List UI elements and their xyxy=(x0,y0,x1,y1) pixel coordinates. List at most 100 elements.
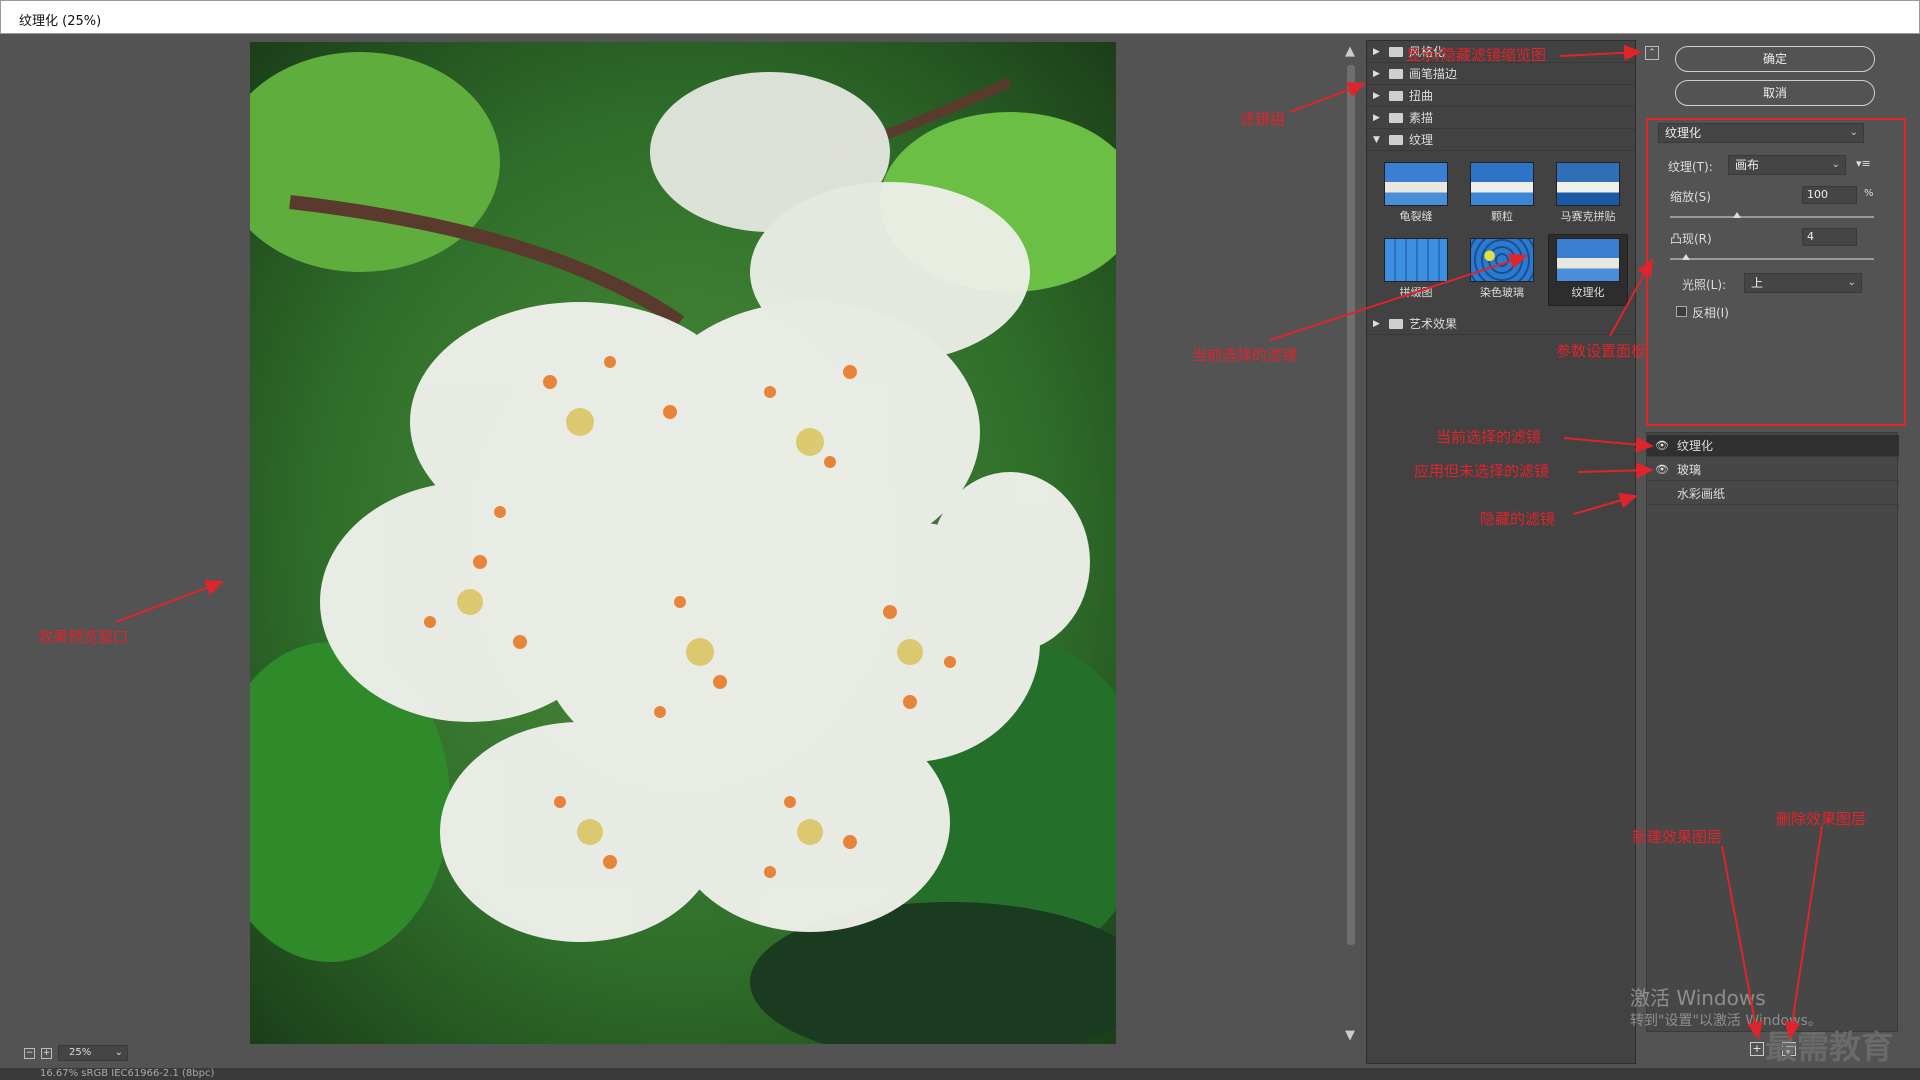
preview-image[interactable] xyxy=(250,42,1116,1044)
filter-thumb-label: 拼缀图 xyxy=(1399,286,1433,299)
filter-group-distort[interactable]: ▶ 扭曲 xyxy=(1367,85,1635,107)
expand-triangle-icon: ▶ xyxy=(1373,90,1380,101)
filter-select[interactable]: 纹理化 ⌄ xyxy=(1658,123,1864,143)
annotation-filter-group: 滤镜组 xyxy=(1240,110,1286,128)
expand-triangle-icon: ▶ xyxy=(1373,112,1380,123)
filter-thumbnail xyxy=(1556,162,1620,206)
expand-triangle-icon: ▶ xyxy=(1373,46,1380,57)
expand-triangle-icon: ▶ xyxy=(1373,318,1380,329)
filter-thumb-label: 龟裂缝 xyxy=(1399,210,1433,223)
eye-icon[interactable]: 👁 xyxy=(1655,435,1669,457)
scale-label: 缩放(S) xyxy=(1670,190,1711,204)
folder-icon xyxy=(1389,68,1403,79)
chevron-down-icon: ⌄ xyxy=(1847,277,1856,288)
preview-scrollbar[interactable]: ▲ ▼ xyxy=(1342,40,1360,1050)
new-effect-layer-button[interactable]: + xyxy=(1750,1042,1764,1056)
expand-triangle-icon: ▶ xyxy=(1373,68,1380,79)
scroll-up-icon[interactable]: ▲ xyxy=(1345,44,1355,59)
filter-group-artistic[interactable]: ▶ 艺术效果 xyxy=(1367,313,1635,335)
texture-menu-icon[interactable]: ▾≡ xyxy=(1856,157,1871,170)
scale-slider-handle[interactable] xyxy=(1733,212,1742,218)
filter-group-texture[interactable]: ▼ 纹理 xyxy=(1367,129,1635,151)
relief-slider-handle[interactable] xyxy=(1682,254,1691,260)
light-select-value: 上 xyxy=(1751,276,1764,290)
filter-thumb-patchwork[interactable]: 拼缀图 xyxy=(1377,235,1455,305)
annotation-preview-window: 效果预览窗口 xyxy=(38,628,129,646)
effect-layer-texturizer[interactable]: 👁 纹理化 xyxy=(1647,435,1899,457)
filter-thumb-label: 染色玻璃 xyxy=(1480,286,1524,299)
effect-layer-name: 纹理化 xyxy=(1677,439,1714,453)
status-bar: 16.67% sRGB IEC61966-2.1 (8bpc) xyxy=(0,1068,1920,1080)
scale-value: 100 xyxy=(1807,188,1828,201)
invert-checkbox[interactable] xyxy=(1676,306,1687,317)
window-title: 纹理化 (25%) xyxy=(19,14,102,29)
toggle-thumbnails-button[interactable]: ⌃ xyxy=(1645,46,1659,60)
filter-group-label: 扭曲 xyxy=(1409,88,1434,103)
invert-label: 反相(I) xyxy=(1692,306,1729,320)
folder-icon xyxy=(1389,90,1403,101)
filter-thumb-craquelure[interactable]: 龟裂缝 xyxy=(1377,159,1455,229)
scale-input[interactable]: 100 xyxy=(1802,186,1857,204)
filter-group-sketch[interactable]: ▶ 素描 xyxy=(1367,107,1635,129)
scroll-down-icon[interactable]: ▼ xyxy=(1345,1028,1355,1043)
annotation-delete-layer: 删除效果图层 xyxy=(1776,810,1867,828)
filter-thumb-texturizer[interactable]: 纹理化 xyxy=(1548,234,1628,306)
filter-thumb-grain[interactable]: 颗粒 xyxy=(1463,159,1541,229)
collapse-triangle-icon: ▼ xyxy=(1373,134,1380,145)
effect-layers-panel: 👁 纹理化 👁 玻璃 水彩画纸 xyxy=(1646,432,1899,1032)
relief-slider[interactable] xyxy=(1670,258,1874,260)
zoom-in-button[interactable]: + xyxy=(41,1047,52,1059)
annotation-current-filter: 当前选择的滤镜 xyxy=(1192,346,1298,364)
annotation-layer-hidden: 隐藏的滤镜 xyxy=(1480,510,1556,528)
filter-thumbnail xyxy=(1470,238,1534,282)
relief-input[interactable]: 4 xyxy=(1802,228,1857,246)
activation-watermark-title: 激活 Windows xyxy=(1630,986,1766,1010)
ok-button[interactable]: 确定 xyxy=(1675,46,1875,72)
folder-icon xyxy=(1389,46,1403,57)
relief-value: 4 xyxy=(1807,230,1814,243)
chevron-up-icon: ⌃ xyxy=(1648,48,1656,58)
brand-watermark: 最需教育 xyxy=(1765,1028,1894,1066)
relief-label: 凸现(R) xyxy=(1670,232,1712,246)
effect-layer-glass[interactable]: 👁 玻璃 xyxy=(1647,459,1899,481)
annotation-param-panel: 参数设置面板 xyxy=(1556,342,1647,360)
effect-layer-name: 玻璃 xyxy=(1677,463,1702,477)
light-label: 光照(L): xyxy=(1682,278,1727,292)
zoom-out-button[interactable]: − xyxy=(24,1047,35,1059)
zoom-bar: − + 25% ⌄ xyxy=(24,1044,128,1062)
filter-select-value: 纹理化 xyxy=(1665,126,1702,140)
filter-thumbnail xyxy=(1556,238,1620,282)
filter-thumb-label: 马赛克拼贴 xyxy=(1560,210,1616,223)
eye-icon[interactable]: 👁 xyxy=(1655,459,1669,481)
texture-label: 纹理(T): xyxy=(1668,160,1713,174)
flower-photo xyxy=(250,42,1116,1044)
chevron-down-icon: ⌄ xyxy=(114,1047,123,1058)
filter-thumb-mosaic-tiles[interactable]: 马赛克拼贴 xyxy=(1549,159,1627,229)
filter-group-label: 艺术效果 xyxy=(1409,316,1458,331)
filter-group-label: 素描 xyxy=(1409,110,1434,125)
scroll-thumb[interactable] xyxy=(1347,65,1355,945)
light-select[interactable]: 上 ⌄ xyxy=(1744,273,1862,293)
effect-layer-name: 水彩画纸 xyxy=(1677,487,1726,501)
annotation-layer-current: 当前选择的滤镜 xyxy=(1436,428,1542,446)
filter-thumbnail xyxy=(1384,238,1448,282)
scale-slider[interactable] xyxy=(1670,216,1874,218)
filter-group-brush-strokes[interactable]: ▶ 画笔描边 xyxy=(1367,63,1635,85)
cancel-button[interactable]: 取消 xyxy=(1675,80,1875,106)
chevron-down-icon: ⌄ xyxy=(1831,159,1840,170)
filter-group-label: 画笔描边 xyxy=(1409,66,1458,81)
folder-icon xyxy=(1389,318,1403,329)
zoom-select[interactable]: 25% ⌄ xyxy=(58,1045,128,1061)
texture-select[interactable]: 画布 ⌄ xyxy=(1728,155,1846,175)
filter-thumbnail xyxy=(1470,162,1534,206)
filter-group-label: 纹理 xyxy=(1409,132,1434,147)
filter-thumb-label: 纹理化 xyxy=(1571,286,1605,299)
annotation-layer-applied: 应用但未选择的滤镜 xyxy=(1414,462,1550,480)
effect-layer-watercolor-paper[interactable]: 水彩画纸 xyxy=(1647,483,1899,505)
folder-open-icon xyxy=(1389,134,1403,145)
eye-hidden-icon[interactable] xyxy=(1655,483,1669,505)
window-titlebar: 纹理化 (25%) xyxy=(0,0,1920,34)
chevron-down-icon: ⌄ xyxy=(1849,127,1858,138)
filter-thumb-label: 颗粒 xyxy=(1491,210,1513,223)
filter-thumb-stained-glass[interactable]: 染色玻璃 xyxy=(1463,235,1541,305)
